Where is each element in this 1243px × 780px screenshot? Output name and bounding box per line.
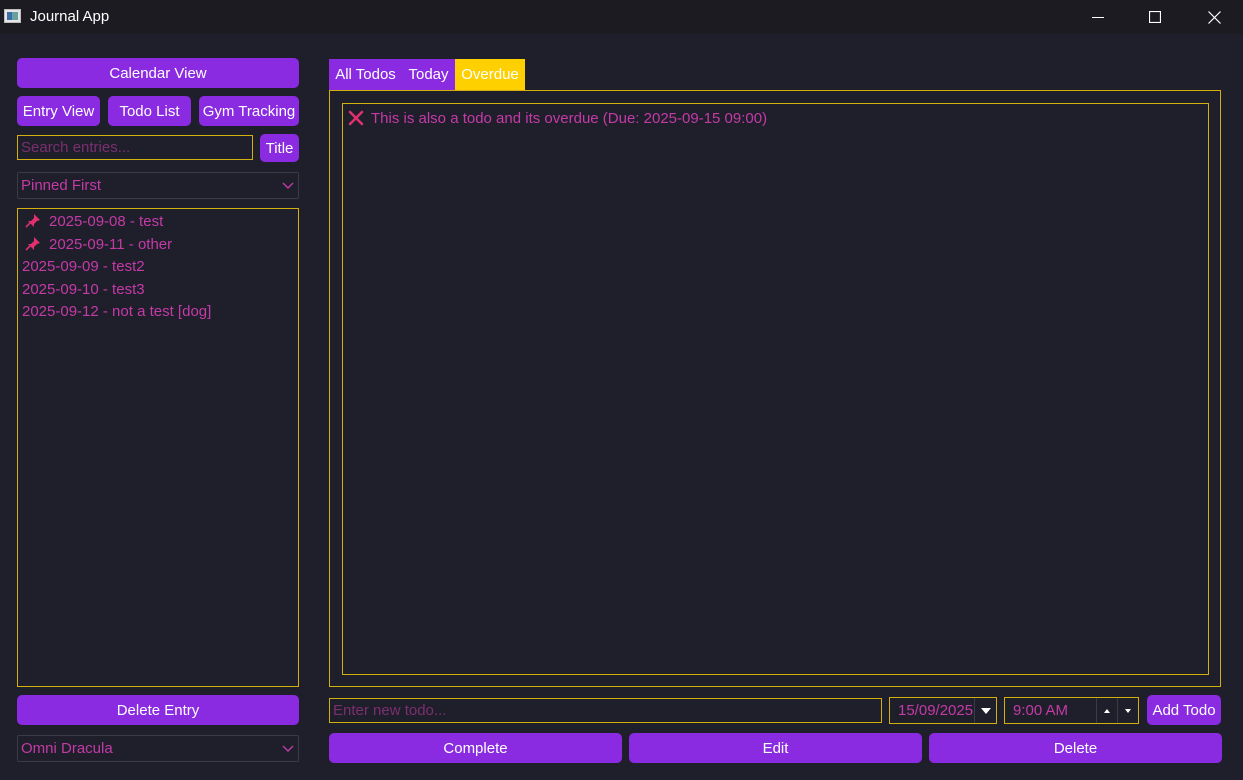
time-spinner[interactable] [1096,698,1138,723]
triangle-up-icon [1104,708,1110,713]
todo-tab-panel: This is also a todo and its overdue (Due… [329,90,1221,687]
calendar-view-button[interactable]: Calendar View [17,58,299,88]
todo-text: This is also a todo and its overdue (Due… [371,109,768,127]
complete-button[interactable]: Complete [329,733,622,763]
gym-tracking-button[interactable]: Gym Tracking [199,96,299,126]
list-item[interactable]: 2025-09-09 - test2 [22,256,145,276]
window-titlebar: Journal App [0,0,1243,34]
entry-label: 2025-09-09 - test2 [22,257,145,275]
time-up-button[interactable] [1096,698,1117,723]
minimize-icon [1092,17,1104,18]
sort-select-value: Pinned First [21,177,102,194]
app-icon [4,9,21,23]
triangle-down-icon [980,707,991,714]
close-icon [1207,10,1221,24]
cross-mark-icon [348,110,364,126]
new-todo-input[interactable] [330,699,881,722]
chevron-down-icon [282,745,294,752]
todo-list-button[interactable]: Todo List [108,96,191,126]
entry-label: 2025-09-08 - test [49,212,164,230]
search-input[interactable] [18,136,252,159]
delete-entry-button[interactable]: Delete Entry [17,695,299,725]
minimize-button[interactable] [1069,0,1127,34]
theme-select[interactable]: Omni Dracula [17,735,299,762]
triangle-down-icon [1125,708,1131,713]
date-dropdown-button[interactable] [974,698,996,723]
window-title: Journal App [30,8,110,25]
maximize-button[interactable] [1126,0,1184,34]
entry-label: 2025-09-10 - test3 [22,280,145,298]
chevron-down-icon [282,182,294,189]
list-item[interactable]: 2025-09-08 - test [22,211,163,231]
due-date-edit[interactable]: 15/09/2025 [889,697,997,724]
due-date-value: 15/09/2025 [898,702,974,719]
pin-icon [25,237,40,251]
edit-button[interactable]: Edit [629,733,922,763]
tab-overdue[interactable]: Overdue [455,59,525,90]
sort-select[interactable]: Pinned First [17,172,299,199]
due-time-edit[interactable]: 9:00 AM [1004,697,1139,724]
tab-all-todos[interactable]: All Todos [329,59,402,90]
list-item[interactable]: 2025-09-12 - not a test [dog] [22,301,211,321]
tab-today[interactable]: Today [402,59,455,90]
search-mode-button[interactable]: Title [260,134,299,162]
entry-view-button[interactable]: Entry View [17,96,100,126]
due-time-value: 9:00 AM [1013,702,1069,719]
add-todo-button[interactable]: Add Todo [1147,695,1221,725]
entry-list[interactable]: 2025-09-08 - test 2025-09-11 - other 202… [17,208,299,687]
entry-label: 2025-09-11 - other [49,235,173,253]
list-item[interactable]: 2025-09-10 - test3 [22,279,145,299]
close-button[interactable] [1185,0,1243,34]
entry-label: 2025-09-12 - not a test [dog] [22,302,212,320]
delete-button[interactable]: Delete [929,733,1222,763]
todo-list[interactable]: This is also a todo and its overdue (Due… [342,103,1209,675]
list-item[interactable]: This is also a todo and its overdue (Due… [348,108,767,128]
maximize-icon [1149,11,1161,23]
new-todo-field [329,698,882,723]
time-down-button[interactable] [1117,698,1138,723]
list-item[interactable]: 2025-09-11 - other [22,234,172,254]
theme-select-value: Omni Dracula [21,740,113,757]
search-field [17,135,253,160]
pin-icon [25,214,40,228]
